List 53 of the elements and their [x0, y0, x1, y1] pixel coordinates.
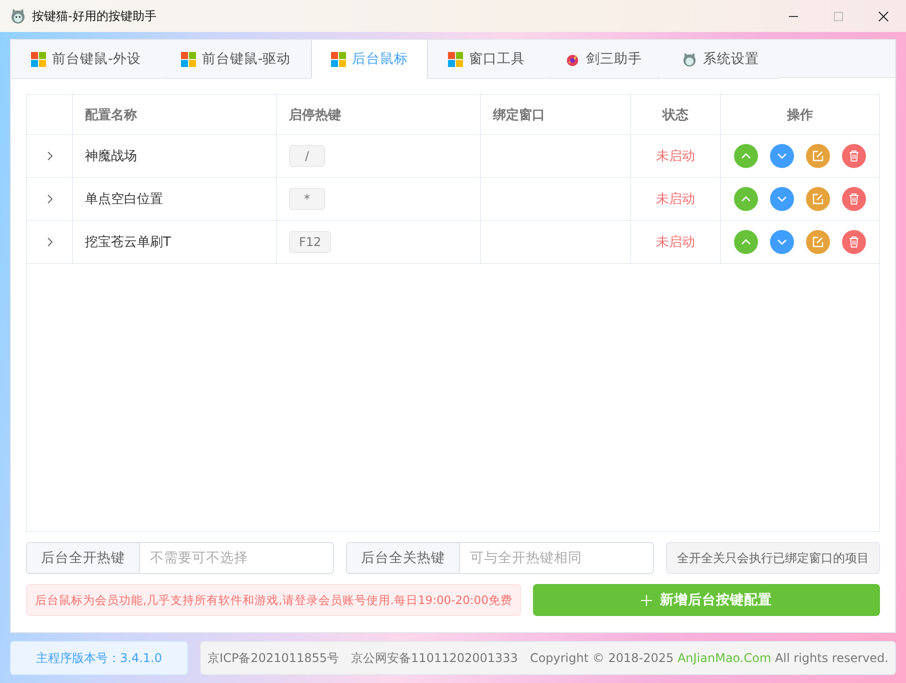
hotkey-tag: F12 — [289, 231, 332, 253]
police-record-text: 京公网安备11011202001333 — [351, 650, 518, 666]
edit-button[interactable] — [806, 187, 830, 211]
windows-icon — [448, 52, 463, 66]
move-down-button[interactable] — [770, 144, 794, 168]
move-down-button[interactable] — [770, 230, 794, 254]
status-text: 未启动 — [656, 148, 695, 165]
move-up-button[interactable] — [734, 144, 758, 168]
chevron-icon[interactable] — [46, 237, 54, 247]
move-down-button[interactable] — [770, 187, 794, 211]
hotkey-tag: * — [289, 188, 325, 210]
column-header: 绑定窗口 — [493, 106, 545, 124]
chevron-icon[interactable] — [46, 194, 54, 204]
move-up-button[interactable] — [734, 230, 758, 254]
table-cell-text: 神魔战场 — [85, 148, 137, 165]
icp-text: 京ICP备2021011855号 — [208, 650, 340, 666]
hotkey-field[interactable]: 后台全关热键 可与全开热键相同 — [346, 542, 654, 574]
notice-text: 后台鼠标为会员功能,几乎支持所有软件和游戏,请登录会员账号使用.每日19:00-20:00免费 — [26, 584, 521, 616]
tab[interactable]: 前台键鼠-外设 — [11, 40, 161, 79]
table-cell-text: 挖宝苍云单刷T — [85, 234, 171, 251]
column-header: 启停热键 — [289, 106, 341, 124]
column-header: 状态 — [662, 106, 688, 124]
cat-icon — [682, 52, 697, 66]
maximize-icon[interactable] — [833, 10, 844, 22]
hotkey-tag: / — [289, 145, 325, 167]
copyright-text: Copyright © 2018-2025 AnJianMao.Com All rights reserved. — [530, 651, 888, 665]
delete-button[interactable] — [842, 230, 866, 254]
tab[interactable]: 窗口工具 — [428, 40, 545, 79]
close-icon[interactable] — [878, 10, 889, 22]
tab[interactable]: 前台键鼠-驱动 — [160, 40, 311, 79]
delete-button[interactable] — [842, 144, 866, 168]
status-text: 未启动 — [656, 234, 695, 251]
delete-button[interactable] — [842, 187, 866, 211]
status-text: 未启动 — [656, 191, 695, 208]
version-label: 主程序版本号：3.4.1.0 — [10, 641, 188, 675]
column-header: 配置名称 — [85, 106, 137, 124]
cat-icon — [10, 8, 26, 24]
plus-icon — [641, 594, 652, 606]
table-cell-text: 单点空白位置 — [85, 191, 163, 208]
tab[interactable]: 剑三助手 — [544, 40, 662, 79]
info-button[interactable]: 全开全关只会执行已绑定窗口的项目 — [666, 542, 880, 574]
hotkey-field[interactable]: 后台全开热键 不需要可不选择 — [26, 542, 334, 574]
tab[interactable]: 系统设置 — [662, 40, 779, 79]
edit-button[interactable] — [806, 230, 830, 254]
windows-icon — [180, 52, 196, 66]
chevron-icon[interactable] — [46, 151, 54, 161]
tab[interactable]: 后台鼠标 — [310, 40, 428, 79]
windows-icon — [330, 52, 346, 66]
edit-button[interactable] — [806, 144, 830, 168]
move-up-button[interactable] — [734, 187, 758, 211]
windows-icon — [31, 52, 46, 66]
column-header: 操作 — [787, 106, 813, 124]
window-title: 按键猫-好用的按键助手 — [32, 8, 156, 24]
